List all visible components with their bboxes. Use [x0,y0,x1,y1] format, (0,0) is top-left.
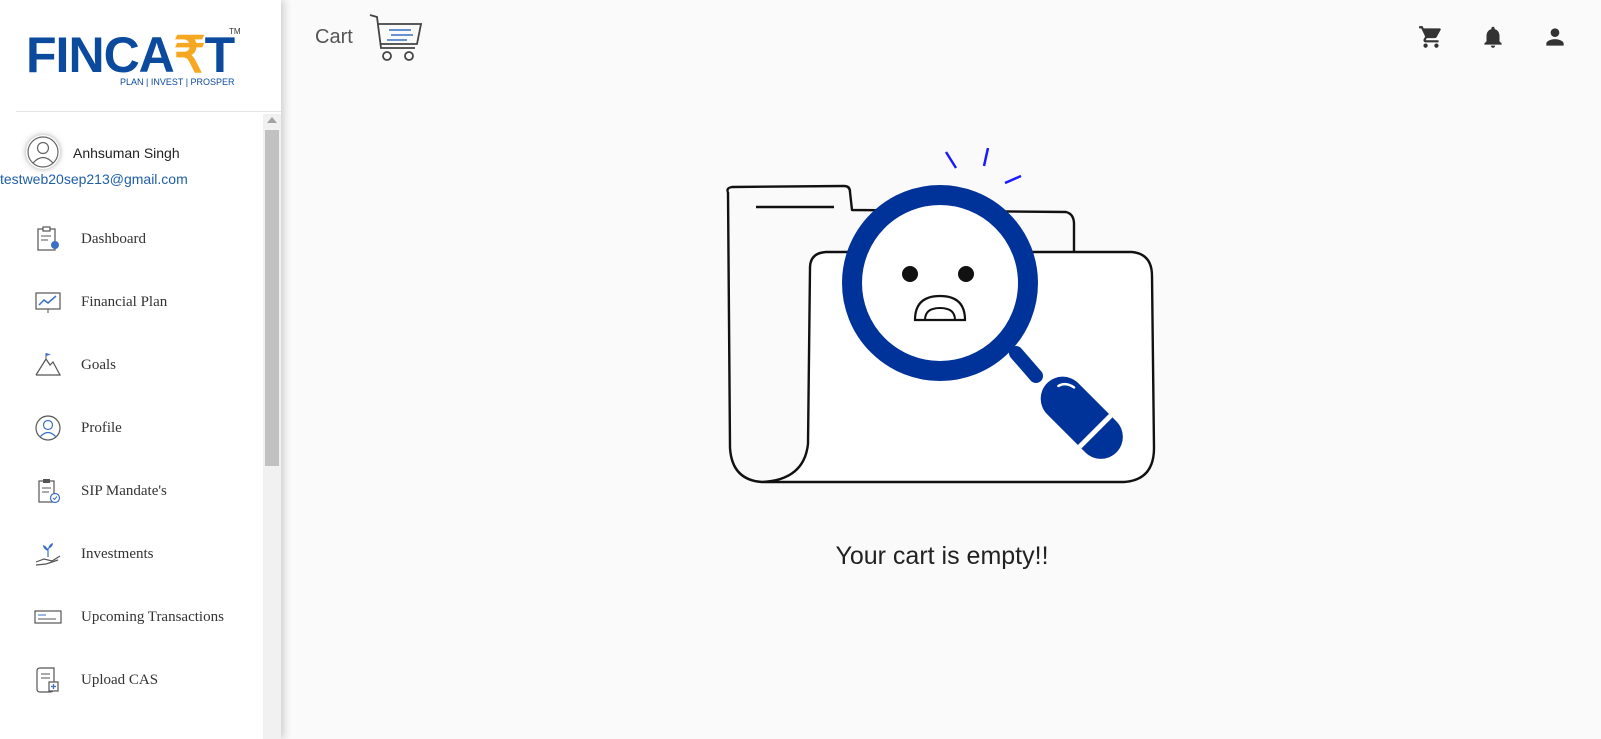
logo-tm: TM [229,27,241,36]
sidebar-item-label: Goals [81,357,116,373]
document-upload-icon [36,667,59,693]
sidebar-item-upload-cas[interactable]: Upload CAS [0,655,263,707]
sidebar-scrollbar[interactable] [263,114,281,739]
fincart-logo[interactable]: FINCA₹T TM PLAN | INVEST | PROSPER [26,24,252,90]
divider [16,111,281,112]
scroll-up-arrow-icon[interactable] [267,117,277,123]
logo-tagline: PLAN | INVEST | PROSPER [120,77,235,87]
empty-cart-message: Your cart is empty!! [835,542,1049,570]
top-header: Cart [281,0,1601,80]
page-title: Cart [315,26,353,48]
user-email: testweb20sep213@gmail.com [0,171,188,187]
chart-icon [35,292,61,313]
sidebar-item-label: Profile [81,420,122,436]
sidebar: FINCA₹T TM PLAN | INVEST | PROSPER Anhsu… [0,0,281,739]
cart-icon[interactable] [1418,24,1444,50]
sidebar-item-financial-plan[interactable]: Financial Plan [0,277,263,329]
sidebar-item-label: Investments [81,546,154,562]
logo-area: FINCA₹T TM PLAN | INVEST | PROSPER [0,0,281,112]
profile-icon [35,415,61,441]
clipboard-check-icon [38,479,61,504]
user-block: Anhsuman Singh testweb20sep213@gmail.com [0,130,263,200]
sidebar-item-label: Upload CAS [81,672,159,688]
sidebar-item-sip-mandates[interactable]: SIP Mandate's [0,466,263,518]
plant-hand-icon [35,543,61,566]
bell-icon[interactable] [1480,24,1506,50]
sidebar-item-label: SIP Mandate's [81,483,167,499]
user-name: Anhsuman Singh [73,145,180,161]
scrollbar-thumb[interactable] [265,130,279,466]
sidebar-item-investments[interactable]: Investments [0,529,263,581]
account-icon[interactable] [1542,24,1568,50]
sidebar-item-label: Financial Plan [81,294,168,310]
mountain-flag-icon [35,353,62,376]
dashboard-icon [37,226,59,251]
sidebar-item-upcoming-transactions[interactable]: Upcoming Transactions [0,592,263,644]
user-avatar-icon[interactable] [26,135,60,169]
empty-cart-illustration [726,148,1156,484]
sidebar-item-profile[interactable]: Profile [0,403,263,455]
cheque-icon [34,610,62,624]
sidebar-item-label: Dashboard [81,231,146,247]
logo-text: FINCA₹T [26,27,235,83]
cart-illustration-icon [369,14,423,61]
sidebar-item-goals[interactable]: Goals [0,340,263,392]
sidebar-item-label: Upcoming Transactions [81,609,224,625]
sidebar-item-dashboard[interactable]: Dashboard [0,214,263,266]
